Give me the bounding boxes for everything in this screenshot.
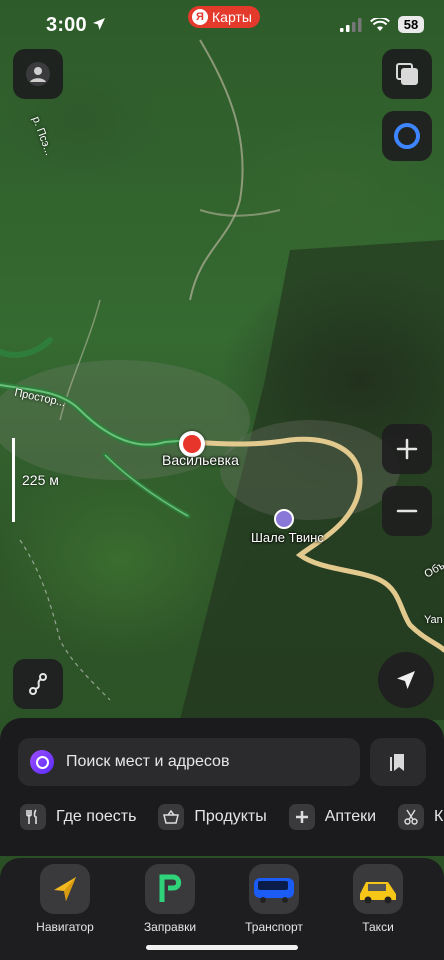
place-label[interactable]: Васильевка [162,452,239,468]
category-chip-beauty[interactable]: Кр [398,804,444,830]
plus-icon [288,804,315,830]
dock-label: Заправки [143,920,197,934]
signal-icon [340,17,362,32]
route-button[interactable] [13,659,63,709]
dock-transport[interactable]: Транспорт [224,864,324,934]
minus-icon [396,509,418,513]
location-arrow-icon [93,18,105,30]
search-placeholder: Поиск мест и адресов [66,753,230,770]
search-input[interactable]: Поиск мест и адресов [18,738,360,786]
category-chip-food[interactable]: Где поесть [20,804,136,830]
dock-label: Такси [362,920,394,934]
bookmarks-button[interactable] [370,738,426,786]
fork-knife-icon [20,804,46,830]
navigation-arrow-icon [397,671,415,689]
category-label: Аптеки [324,808,377,825]
dock-navigator[interactable]: Навигатор [15,864,115,934]
bookmark-icon [390,754,404,771]
profile-icon [26,62,50,86]
battery-indicator: 58 [398,16,424,33]
status-icons: 58 [340,16,424,33]
alice-button[interactable] [382,111,432,161]
zoom-in-button[interactable] [382,424,432,474]
edge-label-2: Yan [424,614,443,626]
scale-bar [12,438,15,522]
category-label: Кр [434,808,444,825]
status-time: 3:00 [46,14,87,36]
alice-icon[interactable] [30,750,54,774]
app-badge[interactable]: Я Карты [188,6,260,28]
basket-icon [158,804,185,830]
poi-label[interactable]: Шале Твинс [251,530,324,545]
plus-icon [396,438,418,460]
wifi-icon [370,17,390,31]
layers-icon [396,63,418,85]
dock-taxi[interactable]: Такси [328,864,428,934]
layers-button[interactable] [382,49,432,99]
taxi-icon [353,864,403,914]
fuel-icon [145,864,195,914]
alice-ring-icon [394,123,420,149]
scale-text: 225 м [22,472,59,488]
my-location-button[interactable] [378,652,434,708]
category-chip-groceries[interactable]: Продукты [158,804,267,830]
bottom-sheet[interactable]: Поиск мест и адресов Где поесть Продукты… [0,718,444,856]
category-chips: Где поесть Продукты Аптеки Кр [20,804,444,830]
category-label: Продукты [194,808,267,825]
dock-fuel[interactable]: Заправки [120,864,220,934]
dock-label: Навигатор [36,920,94,934]
zoom-out-button[interactable] [382,486,432,536]
navigator-icon [40,864,90,914]
category-chip-pharmacy[interactable]: Аптеки [288,804,377,830]
home-indicator[interactable] [146,945,298,950]
dock-label: Транспорт [245,920,303,934]
poi-suitcase-icon[interactable] [274,509,294,529]
app-badge-label: Карты [212,9,252,25]
bus-icon [249,864,299,914]
yandex-logo-icon: Я [192,9,208,25]
scissors-icon [398,804,425,830]
route-icon [29,673,47,695]
category-label: Где поесть [56,808,137,825]
profile-button[interactable] [13,49,63,99]
